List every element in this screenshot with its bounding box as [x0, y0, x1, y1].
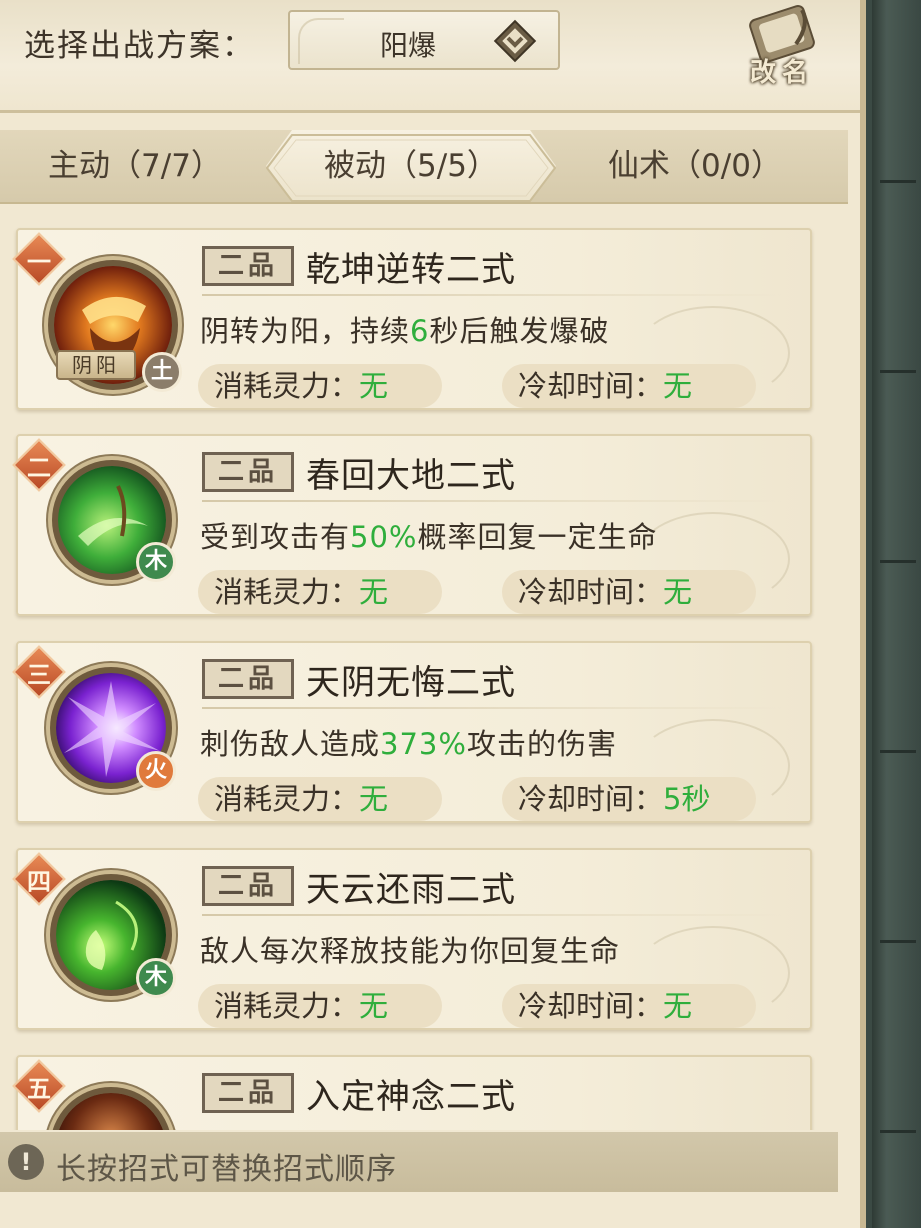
- divider: [202, 707, 782, 709]
- skill-card[interactable]: 木 四 二品 天云还雨二式 敌人每次释放技能为你回复生命 消耗灵力：无 冷却时间…: [12, 848, 812, 1030]
- grade-badge: 二品: [202, 866, 294, 906]
- rank-badge: 二: [12, 438, 66, 492]
- exclamation-icon: !: [8, 1144, 44, 1180]
- grade-badge: 二品: [202, 452, 294, 492]
- element-badge: 土: [142, 352, 182, 392]
- skill-name: 乾坤逆转二式: [306, 250, 516, 290]
- mana-cost: 消耗灵力：无: [198, 570, 442, 614]
- cooldown: 冷却时间：无: [502, 364, 756, 408]
- plan-value: 阳爆: [379, 29, 436, 62]
- skill-card[interactable]: 土 阴阳 一 二品 乾坤逆转二式 阴转为阳，持续6秒后触发爆破 消耗灵力：无 冷…: [12, 228, 812, 410]
- skill-description: 阴转为阳，持续6秒后触发爆破: [200, 314, 610, 348]
- skill-icon-frame: [50, 1087, 172, 1130]
- element-badge: 木: [136, 542, 176, 582]
- bamboo-decoration-icon: [298, 18, 344, 64]
- hint-text: 长按招式可替换招式顺序: [56, 1152, 397, 1187]
- divider: [202, 294, 782, 296]
- grade-badge: 二品: [202, 659, 294, 699]
- skill-tabs: 主动（7/7） 被动（5/5） 仙术（0/0）: [0, 130, 848, 204]
- skill-panel: 选择出战方案： 阳爆 改名 主动（7/7） 被动（5/5） 仙术（0/0） 土 …: [0, 0, 866, 1228]
- right-edge-strip: [872, 0, 921, 1228]
- skill-icon-frame: 木: [50, 874, 176, 998]
- skill-description: 刺伤敌人造成373%攻击的伤害: [200, 727, 617, 761]
- plan-dropdown[interactable]: 阳爆: [288, 10, 560, 70]
- tab-active-skills[interactable]: 主动（7/7）: [20, 130, 250, 202]
- meditation-icon: [56, 1093, 166, 1130]
- tab-immortal-arts[interactable]: 仙术（0/0）: [580, 130, 810, 202]
- skill-name: 天阴无悔二式: [306, 663, 516, 703]
- rank-badge: 一: [12, 232, 66, 286]
- hint-bar: ! 长按招式可替换招式顺序: [0, 1132, 838, 1192]
- element-badge: 木: [136, 958, 176, 998]
- grade-badge: 二品: [202, 1073, 294, 1113]
- grade-badge: 二品: [202, 246, 294, 286]
- plan-header: 选择出战方案： 阳爆 改名: [0, 0, 860, 113]
- yinyang-tag: 阴阳: [56, 350, 136, 380]
- skill-name: 入定神念二式: [306, 1077, 516, 1117]
- divider: [202, 500, 782, 502]
- cooldown: 冷却时间：5秒: [502, 777, 756, 821]
- tab-passive-skills[interactable]: 被动（5/5）: [266, 130, 556, 202]
- cooldown: 冷却时间：无: [502, 984, 756, 1028]
- skill-card[interactable]: 木 二 二品 春回大地二式 受到攻击有50%概率回复一定生命 消耗灵力：无 冷却…: [12, 434, 812, 616]
- divider: [202, 914, 782, 916]
- element-badge: 火: [136, 751, 176, 791]
- skill-name: 天云还雨二式: [306, 870, 516, 910]
- chevron-down-icon[interactable]: [492, 18, 538, 64]
- cooldown: 冷却时间：无: [502, 570, 756, 614]
- skill-description: 敌人每次释放技能为你回复生命: [200, 934, 621, 968]
- rank-badge: 五: [12, 1059, 66, 1113]
- mana-cost: 消耗灵力：无: [198, 984, 442, 1028]
- skill-description: 受到攻击有50%概率回复一定生命: [200, 520, 658, 554]
- skill-card[interactable]: 火 三 二品 天阴无悔二式 刺伤敌人造成373%攻击的伤害 消耗灵力：无 冷却时…: [12, 641, 812, 823]
- skill-name: 春回大地二式: [306, 456, 516, 496]
- skill-list[interactable]: 土 阴阳 一 二品 乾坤逆转二式 阴转为阳，持续6秒后触发爆破 消耗灵力：无 冷…: [0, 210, 860, 1130]
- skill-card[interactable]: 五 二品 入定神念二式: [12, 1055, 812, 1130]
- rank-badge: 四: [12, 852, 66, 906]
- mana-cost: 消耗灵力：无: [198, 777, 442, 821]
- rank-badge: 三: [12, 645, 66, 699]
- plan-label: 选择出战方案：: [24, 28, 255, 64]
- skill-icon-frame: 火: [50, 667, 176, 791]
- mana-cost: 消耗灵力：无: [198, 364, 442, 408]
- skill-icon-frame: 木: [52, 460, 176, 582]
- rename-label: 改名: [750, 58, 815, 88]
- rename-button[interactable]: 改名: [740, 4, 836, 88]
